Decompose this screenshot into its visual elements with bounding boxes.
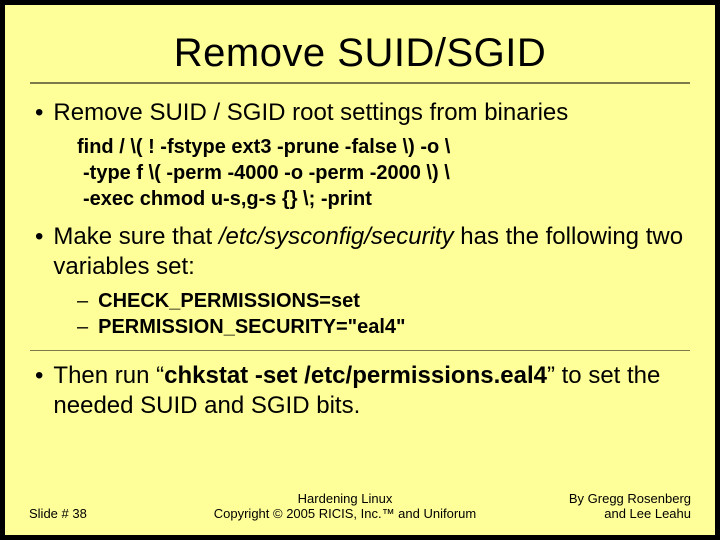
dash-2-text: PERMISSION_SECURITY="eal4" bbox=[98, 314, 405, 340]
bullet-3-text: Then run “chkstat -set /etc/permissions.… bbox=[53, 361, 691, 421]
bullet-2-path: /etc/sysconfig/security bbox=[219, 223, 454, 250]
title-underline bbox=[30, 82, 690, 84]
dash-icon: – bbox=[77, 288, 98, 314]
footer-right: By Gregg Rosenberg and Lee Leahu bbox=[531, 491, 691, 521]
bullet-list: • Remove SUID / SGID root settings from … bbox=[29, 98, 691, 340]
footer-center-l2: Copyright © 2005 RICIS, Inc.™ and Unifor… bbox=[159, 506, 531, 521]
bullet-item-2: • Make sure that /etc/sysconfig/security… bbox=[33, 222, 691, 340]
code-block: find / \( ! -fstype ext3 -prune -false \… bbox=[33, 134, 691, 212]
footer-right-l1: By Gregg Rosenberg bbox=[531, 491, 691, 506]
dash-item-1: – CHECK_PERMISSIONS=set bbox=[77, 288, 691, 314]
footer-right-l2: and Lee Leahu bbox=[531, 506, 691, 521]
divider bbox=[30, 350, 690, 351]
page-title: Remove SUID/SGID bbox=[29, 31, 691, 76]
code-line-3: -exec chmod u-s,g-s {} \; -print bbox=[77, 186, 691, 212]
bullet-3-cmd: chkstat -set /etc/permissions.eal4 bbox=[164, 362, 547, 389]
bullet-item-3: • Then run “chkstat -set /etc/permission… bbox=[33, 361, 691, 421]
dash-icon: – bbox=[77, 314, 98, 340]
bullet-2-text: Make sure that /etc/sysconfig/security h… bbox=[53, 222, 691, 282]
bullet-list-2: • Then run “chkstat -set /etc/permission… bbox=[29, 361, 691, 421]
code-line-2: -type f \( -perm -4000 -o -perm -2000 \)… bbox=[77, 160, 691, 186]
bullet-dot-icon: • bbox=[33, 98, 53, 128]
bullet-1-text: Remove SUID / SGID root settings from bi… bbox=[53, 98, 568, 128]
code-line-1: find / \( ! -fstype ext3 -prune -false \… bbox=[77, 134, 691, 160]
footer-center: Hardening Linux Copyright © 2005 RICIS, … bbox=[159, 491, 531, 521]
dash-1-text: CHECK_PERMISSIONS=set bbox=[98, 288, 360, 314]
footer-center-l1: Hardening Linux bbox=[159, 491, 531, 506]
bullet-item-1: • Remove SUID / SGID root settings from … bbox=[33, 98, 691, 212]
bullet-dot-icon: • bbox=[33, 361, 53, 391]
dash-list: – CHECK_PERMISSIONS=set – PERMISSION_SEC… bbox=[77, 288, 691, 340]
bullet-dot-icon: • bbox=[33, 222, 53, 252]
bullet-3-pre: Then run “ bbox=[53, 362, 164, 389]
bullet-2-pre: Make sure that bbox=[53, 223, 218, 250]
slide: Remove SUID/SGID • Remove SUID / SGID ro… bbox=[5, 5, 715, 535]
slide-number: Slide # 38 bbox=[29, 506, 159, 521]
footer: Slide # 38 Hardening Linux Copyright © 2… bbox=[29, 491, 691, 521]
dash-item-2: – PERMISSION_SECURITY="eal4" bbox=[77, 314, 691, 340]
